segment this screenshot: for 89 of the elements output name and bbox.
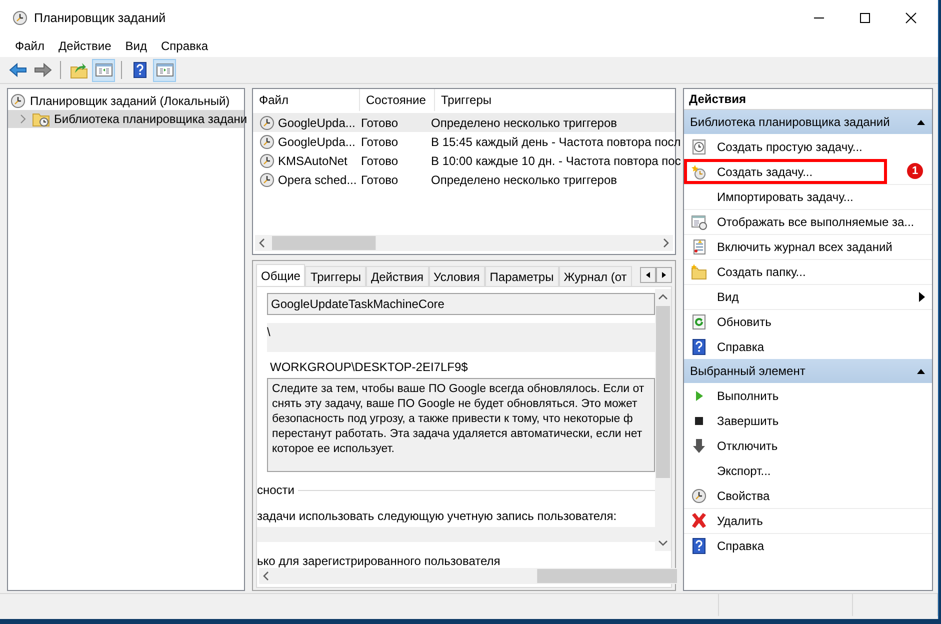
section-header[interactable]: Выбранный элемент	[684, 359, 932, 383]
table-cell: В 10:00 каждые 10 дн. - Частота повтора пос	[431, 154, 681, 168]
action-item[interactable]: Создать простую задачу...	[684, 134, 932, 159]
action-item[interactable]: Импортировать задачу...	[684, 184, 932, 209]
table-cell: GoogleUpda...	[278, 116, 356, 130]
tab[interactable]: Журнал (от	[558, 266, 632, 286]
table-cell: KMSAutoNet	[278, 154, 348, 168]
action-item[interactable]: Свойства	[684, 483, 932, 508]
name-field[interactable]: GoogleUpdateTaskMachineCore	[267, 293, 655, 315]
table-cell: Готово	[361, 116, 398, 130]
help-icon	[132, 62, 148, 78]
refresh-icon	[691, 314, 707, 330]
table-row[interactable]: Opera sched... Готово Определено несколько триггеров	[253, 170, 675, 189]
table-cell: Определено несколько триггеров	[431, 172, 618, 186]
table-cell: Готово	[361, 134, 398, 148]
action-item[interactable]: Завершить	[684, 408, 932, 433]
scroll-left-button[interactable]	[640, 267, 656, 283]
table-cell: Готово	[361, 154, 398, 168]
window-title: Планировщик заданий	[34, 10, 166, 24]
table-cell: Готово	[361, 172, 398, 186]
action-item[interactable]: Обновить	[684, 309, 932, 334]
description-field[interactable]: Следите за тем, чтобы ваше ПО Google всегда обновлялось. Если от снять эту задачу, ваше ПО Google не будет обновляться. Это может безопасность под угрозу, а также привести к тому, что некоторые ф перестанут работать. Эта задача удаляется автоматически, если нет которое ее использует.	[267, 378, 655, 472]
clock-icon	[259, 172, 275, 188]
clock-icon	[691, 488, 707, 504]
table-cell: Определено несколько триггеров	[431, 116, 618, 130]
column-header[interactable]: Триггеры	[435, 89, 675, 111]
menu-item[interactable]: Справка	[156, 37, 214, 55]
window-clock-icon	[691, 214, 707, 230]
horizontal-scrollbar[interactable]	[259, 568, 677, 584]
tab[interactable]: Параметры	[484, 266, 559, 286]
author-text: WORKGROUP\DESKTOP-2EI7LF9$	[270, 360, 469, 374]
table-cell: GoogleUpda...	[278, 134, 356, 148]
tab[interactable]: Действия	[366, 266, 429, 286]
clock-icon	[259, 134, 275, 150]
location-field: \	[267, 323, 655, 352]
section-heading: сности	[257, 483, 294, 497]
folder-icon	[70, 61, 88, 79]
section-header[interactable]: Библиотека планировщика заданий	[684, 110, 932, 134]
table-row[interactable]: GoogleUpda... Готово Определено несколько триггеров	[253, 113, 675, 132]
clock-icon	[259, 114, 275, 130]
clock-icon	[10, 93, 26, 109]
tab[interactable]: Условия	[428, 266, 485, 286]
action-item[interactable]: Справка	[684, 334, 932, 359]
clock-icon	[12, 10, 28, 26]
action-item[interactable]: Включить журнал всех заданий	[684, 234, 932, 259]
back-arrow-icon	[8, 61, 26, 79]
down-arrow-icon	[691, 438, 707, 454]
help-icon	[691, 339, 707, 355]
log-icon	[691, 239, 707, 255]
action-item[interactable]: Вид	[684, 284, 932, 309]
toolbar-button[interactable]	[153, 58, 176, 82]
action-item[interactable]: Справка	[684, 533, 932, 558]
account-field[interactable]	[257, 527, 655, 542]
vertical-scrollbar[interactable]	[655, 289, 671, 551]
action-item[interactable]: Выполнить	[684, 383, 932, 408]
table-cell: Opera sched...	[278, 172, 357, 186]
collapse-triangle-icon[interactable]	[916, 367, 926, 375]
forward-arrow-icon	[34, 61, 52, 79]
action-item[interactable]: Удалить	[684, 508, 932, 533]
window-pane-icon	[156, 61, 174, 79]
clock-document-icon	[691, 139, 707, 155]
menu-item[interactable]: Вид	[120, 37, 152, 55]
menu-item[interactable]: Действие	[54, 37, 116, 55]
callout-badge: 1	[907, 163, 923, 179]
clock-icon	[259, 152, 275, 168]
folder-icon	[691, 264, 707, 280]
tree-item[interactable]: Библиотека планировщика задани	[8, 110, 244, 128]
logon-option: ько для зарегистрированного пользователя	[257, 554, 655, 568]
horizontal-scrollbar[interactable]	[255, 235, 673, 251]
menu-item[interactable]: Файл	[10, 37, 50, 55]
help-icon	[691, 538, 707, 554]
scroll-right-button[interactable]	[656, 267, 672, 283]
tree-item[interactable]: Планировщик заданий (Локальный)	[8, 92, 244, 110]
delete-icon	[690, 512, 708, 530]
window-pane-icon	[94, 61, 112, 79]
column-header[interactable]: Состояние	[360, 89, 435, 111]
tab[interactable]: Общие	[256, 264, 306, 286]
account-label: задачи использовать следующую учетную запись пользователя:	[257, 509, 618, 523]
action-item[interactable]: Отображать все выполняемые за...	[684, 209, 932, 234]
action-item[interactable]: Отключить	[684, 433, 932, 458]
clock-icon	[691, 164, 707, 180]
tab[interactable]: Триггеры	[305, 266, 366, 286]
table-cell: В 15:45 каждый день - Частота повтора посл	[431, 134, 681, 148]
column-header[interactable]: Файл	[253, 89, 360, 111]
submenu-arrow-icon[interactable]	[918, 291, 926, 303]
toolbar-button[interactable]	[92, 58, 115, 82]
action-item[interactable]: Экспорт...	[684, 458, 932, 483]
collapse-triangle-icon[interactable]	[916, 118, 926, 126]
action-item[interactable]: Создать папку...	[684, 259, 932, 284]
